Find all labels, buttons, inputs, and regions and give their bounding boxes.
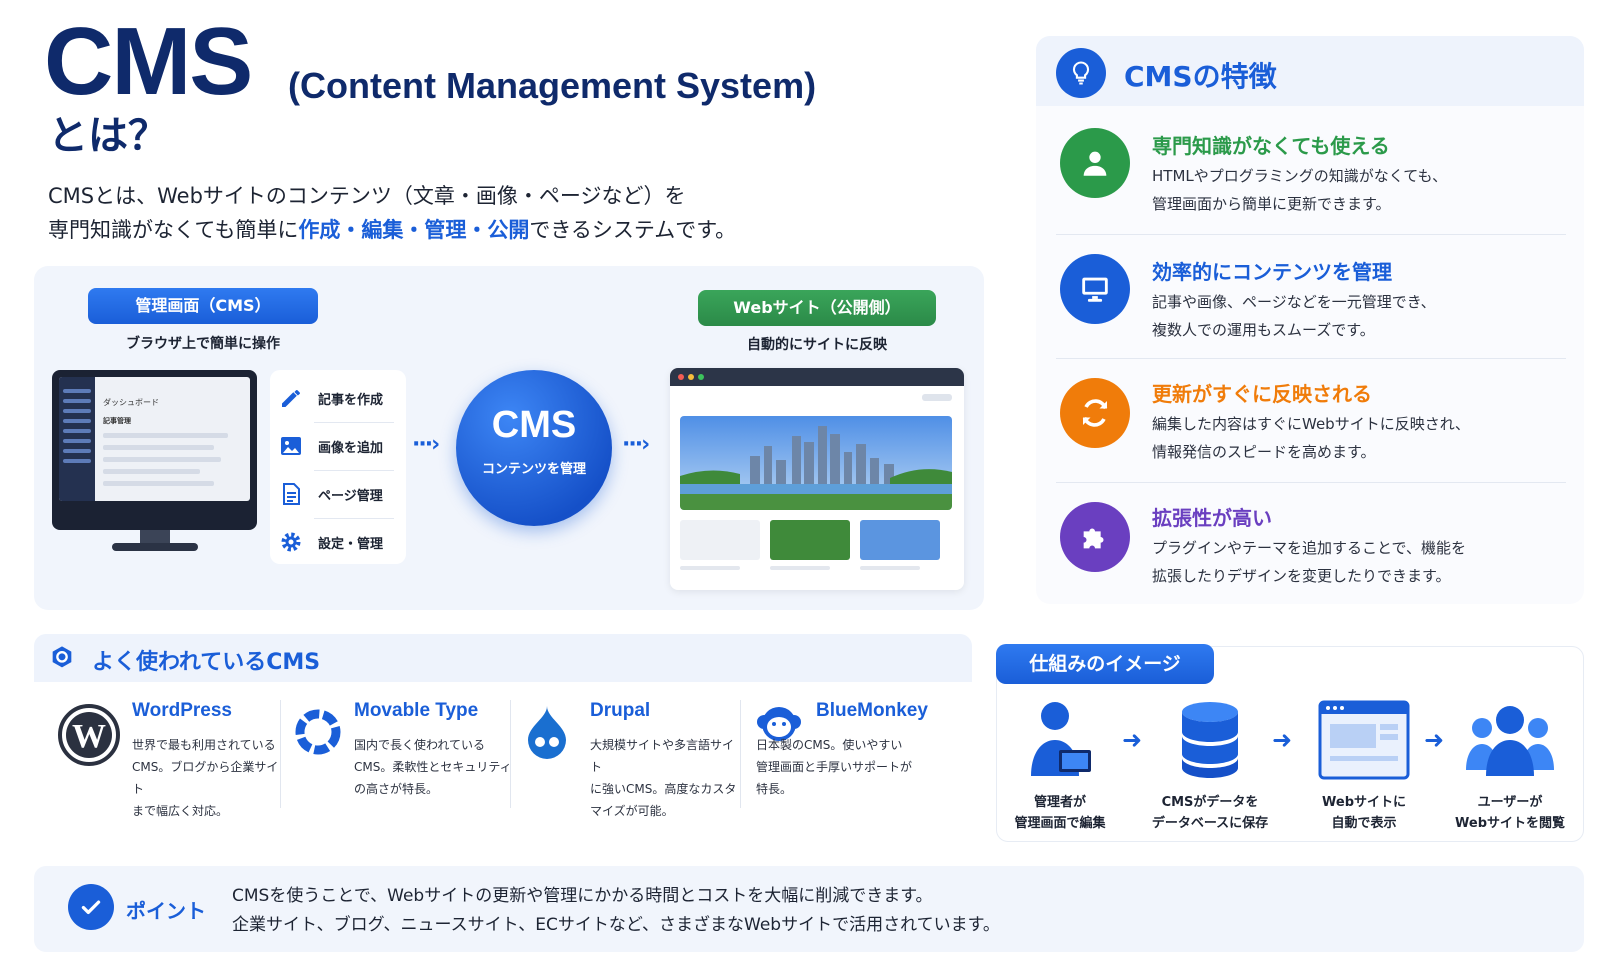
thumbnail-image: [860, 520, 940, 560]
feature-title-efficient: 効率的にコンテンツを管理: [1152, 260, 1392, 284]
image-icon: [276, 431, 306, 461]
page-title-suffix: とは？: [48, 113, 168, 159]
point-line-1: CMSを使うことで、Webサイトの更新や管理にかかる時間とコストを大幅に削減でき…: [232, 886, 933, 906]
website-browser-illustration: [670, 368, 964, 590]
action-create-article: 記事を作成: [276, 378, 383, 418]
intro-line-2: 専門知識がなくても簡単に作成・編集・管理・公開できるシステムです。: [48, 214, 736, 244]
users-icon: [1440, 700, 1580, 784]
cms-item-bluemonkey: BlueMonkey 日本製のCMS。使いやすい 管理画面と手厚いサポートが 特…: [756, 700, 928, 796]
action-settings: 設定・管理: [276, 522, 383, 562]
monitor-base: [112, 543, 198, 551]
drupal-icon: [524, 704, 570, 764]
database-icon: [1140, 700, 1280, 784]
feature-desc-line: 情報発信のスピードを高めます。: [1152, 443, 1376, 461]
pencil-icon: [276, 383, 306, 413]
monitor-stand: [140, 530, 170, 544]
city-skyline-image: [680, 416, 952, 510]
page-title: CMS: [44, 8, 253, 115]
cms-item-drupal: Drupal 大規模サイトや多言語サイト に強いCMS。高度なカスタ マイズが可…: [524, 700, 736, 820]
intro-highlight-manage: 管理: [424, 218, 467, 242]
action-add-image: 画像を追加: [276, 426, 383, 466]
mech-step-website: Webサイトに 自動で表示: [1294, 700, 1434, 834]
admin-laptop-icon: [990, 700, 1130, 784]
intro-sep: ・: [403, 218, 425, 242]
admin-caption: ブラウザ上で簡単に操作: [126, 336, 280, 352]
monitor-illustration: ダッシュボード 記事管理: [52, 370, 257, 530]
flow-arrow-1: ···›: [412, 432, 440, 457]
cms-circle: CMS コンテンツを管理: [456, 370, 612, 526]
feature-desc-line: 管理画面から簡単に更新できます。: [1152, 195, 1391, 213]
feature-desc-line: 拡張したりデザインを変更したりできます。: [1152, 567, 1451, 585]
user-icon: [1060, 128, 1130, 198]
cms-item-movable-type: Movable Type 国内で長く使われている CMS。柔軟性とセキュリティ …: [294, 700, 514, 820]
intro-highlight-edit: 編集: [361, 218, 404, 242]
cms-badge-icon: [48, 644, 76, 672]
flow-arrow-2: ···›: [622, 432, 650, 457]
mech-step-database: CMSがデータを データベースに保存: [1140, 700, 1280, 834]
admin-panel-pill: 管理画面（CMS）: [88, 288, 318, 324]
monitor-icon: [1060, 254, 1130, 324]
features-title: CMSの特徴: [1124, 60, 1277, 93]
mech-arrow-2: ➜: [1272, 726, 1293, 754]
popular-cms-title: よく使われているCMS: [92, 650, 321, 675]
cms-circle-title: CMS: [491, 404, 577, 446]
mech-step-admin: 管理者が 管理画面で編集: [990, 700, 1130, 834]
intro-highlight-create: 作成: [298, 218, 341, 242]
wordpress-icon: W: [58, 704, 120, 770]
feature-desc-line: 複数人での運用もスムーズです。: [1152, 321, 1375, 339]
feature-title-extensible: 拡張性が高い: [1152, 506, 1272, 530]
monitor-dashboard-label: ダッシュボード: [103, 398, 159, 407]
feature-desc-line: プラグインやテーマを追加することで、機能を: [1152, 539, 1466, 557]
point-banner: [34, 866, 1584, 952]
monitor-sub-label: 記事管理: [103, 417, 131, 425]
lightbulb-icon: [1056, 48, 1106, 98]
puzzle-icon: [1060, 502, 1130, 572]
feature-desc-line: 編集した内容はすぐにWebサイトに反映され、: [1152, 415, 1470, 433]
website-caption: 自動的にサイトに反映: [747, 337, 887, 353]
point-label: ポイント: [126, 899, 206, 923]
intro-highlight-publish: 公開: [487, 218, 530, 242]
thumbnail-image: [770, 520, 850, 560]
feature-desc-line: 記事や画像、ページなどを一元管理でき、: [1152, 293, 1436, 311]
gear-icon: [276, 527, 306, 557]
website-pill: Webサイト（公開側）: [698, 290, 936, 326]
cms-item-wordpress: W WordPress 世界で最も利用されている CMS。ブログから企業サイト …: [58, 700, 278, 820]
feature-desc-line: HTMLやプログラミングの知識がなくても、: [1152, 167, 1448, 185]
page-subtitle: (Content Management System): [288, 65, 817, 106]
intro-line-1: CMSとは、Webサイトのコンテンツ（文章・画像・ページなど）を: [48, 184, 686, 208]
action-page-manage: ページ管理: [276, 474, 383, 514]
intro-prefix: 専門知識がなくても簡単に: [48, 218, 299, 242]
browser-icon: [1294, 700, 1434, 784]
feature-title-instant: 更新がすぐに反映される: [1152, 382, 1372, 406]
point-line-2: 企業サイト、ブログ、ニュースサイト、ECサイトなど、さまざまなWebサイトで活用…: [232, 915, 1000, 935]
features-header: [1036, 36, 1584, 106]
movabletype-icon: [294, 708, 342, 760]
mech-step-users: ユーザーが Webサイトを閲覧: [1440, 700, 1580, 834]
cms-circle-subtitle: コンテンツを管理: [481, 462, 586, 477]
refresh-icon: [1060, 378, 1130, 448]
mechanism-title: 仕組みのイメージ: [996, 644, 1214, 684]
action-list: 記事を作成 画像を追加 ページ管理 設定・管理: [270, 370, 406, 564]
document-icon: [276, 479, 306, 509]
feature-title-no-expertise: 専門知識がなくても使える: [1152, 134, 1390, 158]
intro-sep: ・: [340, 218, 362, 242]
check-icon: [68, 884, 114, 930]
svg-text:W: W: [72, 718, 106, 755]
intro-sep: ・: [466, 218, 488, 242]
intro-suffix: できるシステムです。: [529, 218, 737, 242]
